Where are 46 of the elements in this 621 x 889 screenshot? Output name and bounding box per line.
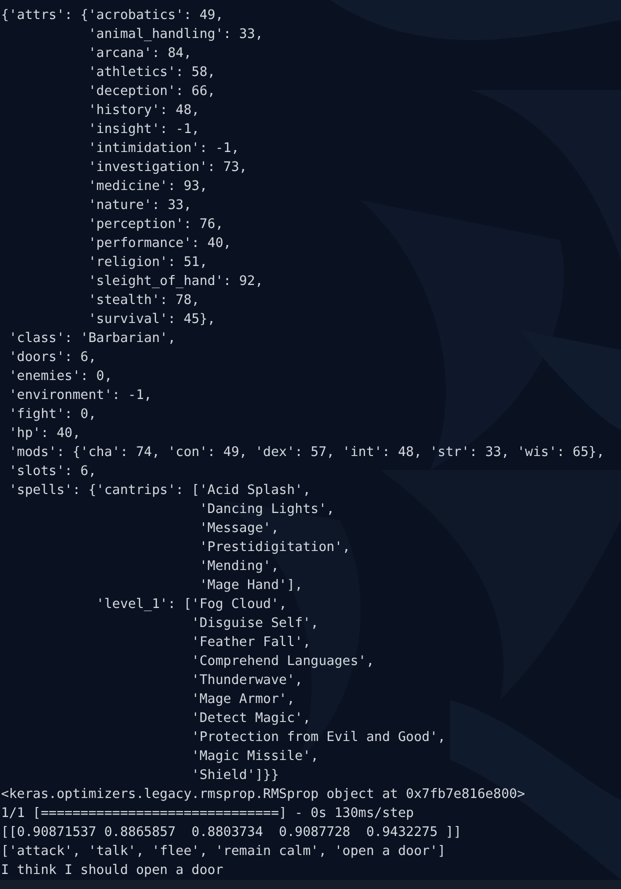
terminal-line: 'Disguise Self', <box>190 615 319 633</box>
terminal-line: 'investigation': 73, <box>87 159 248 177</box>
terminal-line: 'athletics': 58, <box>87 64 216 82</box>
terminal-line: 'spells': {'cantrips': ['Acid Splash', <box>8 482 311 500</box>
terminal-line: 'Mage Hand'], <box>198 577 303 595</box>
terminal-line: 'history': 48, <box>87 102 200 120</box>
terminal-line: 'arcana': 84, <box>87 45 192 63</box>
terminal-line: 'Protection from Evil and Good', <box>190 729 446 747</box>
terminal-line: 'religion': 51, <box>87 254 208 272</box>
terminal-line: 'sleight_of_hand': 92, <box>87 273 264 291</box>
terminal-line: 'medicine': 93, <box>87 178 208 196</box>
terminal-line: 'deception': 66, <box>87 83 216 101</box>
terminal-line: 1/1 [==============================] - 0s 130ms/step <box>1 805 414 823</box>
terminal-line: 'Shield']}} <box>190 767 279 785</box>
terminal-line: 'perception': 76, <box>87 216 224 234</box>
terminal-line: 'stealth': 78, <box>87 292 200 310</box>
terminal-line: 'Thunderwave', <box>190 672 303 690</box>
terminal-line: 'hp': 40, <box>8 425 80 443</box>
terminal-line: 'nature': 33, <box>87 197 192 215</box>
terminal-line: 'fight': 0, <box>8 406 96 424</box>
terminal-line: 'enemies': 0, <box>8 368 112 386</box>
terminal-line: 'survival': 45}, <box>87 311 216 329</box>
terminal-line: 'intimidation': -1, <box>87 140 240 158</box>
terminal-line: I think I should open a door <box>1 862 224 880</box>
terminal-line: {'attrs': {'acrobatics': 49, <box>1 7 224 25</box>
terminal-line: 'performance': 40, <box>87 235 232 253</box>
terminal-line: <keras.optimizers.legacy.rmsprop.RMSprop object at 0x7fb7e816e800> <box>1 786 526 804</box>
terminal-line: 'environment': -1, <box>8 387 152 405</box>
terminal-line: 'Mending', <box>198 558 279 576</box>
terminal-line: 'Message', <box>198 520 279 538</box>
terminal-line: 'class': 'Barbarian', <box>8 330 176 348</box>
terminal-line: 'slots': 6, <box>8 463 96 481</box>
terminal-line: 'mods': {'cha': 74, 'con': 49, 'dex': 57, 'int': 48, 'str': 33, 'wis': 65}, <box>8 444 604 462</box>
terminal-line: 'insight': -1, <box>87 121 200 139</box>
terminal-line: 'Detect Magic', <box>190 710 311 728</box>
terminal-line: 'Mage Armor', <box>190 691 295 709</box>
terminal-line: 'Prestidigitation', <box>198 539 350 557</box>
terminal-line: ['attack', 'talk', 'flee', 'remain calm', 'open a door'] <box>1 843 446 861</box>
terminal-line: 'level_1': ['Fog Cloud', <box>95 596 287 614</box>
terminal-line: 'Magic Missile', <box>190 748 319 766</box>
terminal-line: 'Dancing Lights', <box>198 501 334 519</box>
terminal-line: 'Feather Fall', <box>190 634 311 652</box>
terminal-line: 'animal_handling': 33, <box>87 26 264 44</box>
terminal-line: [[0.90871537 0.8865857 0.8803734 0.9087728 0.9432275 ]] <box>1 824 462 842</box>
terminal-line: 'doors': 6, <box>8 349 96 367</box>
terminal-line: 'Comprehend Languages', <box>190 653 374 671</box>
